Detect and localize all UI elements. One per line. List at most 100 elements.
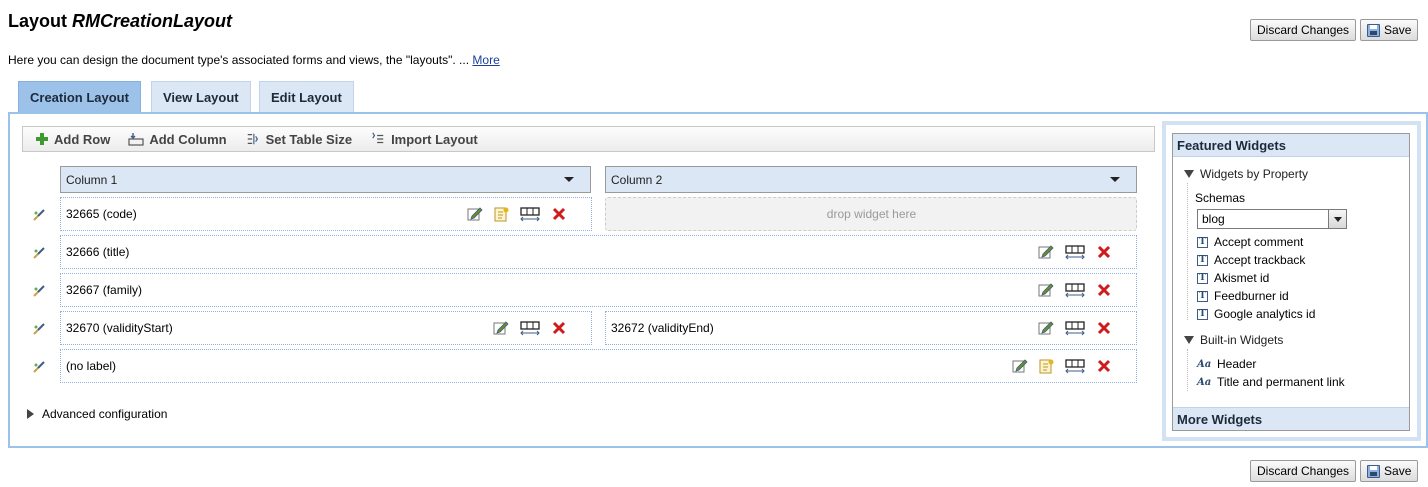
save-button-top[interactable]: Save bbox=[1360, 19, 1419, 41]
advanced-configuration-toggle[interactable]: Advanced configuration bbox=[27, 407, 167, 421]
cell-actions bbox=[1038, 282, 1112, 298]
more-link[interactable]: More bbox=[472, 53, 499, 67]
delete-icon[interactable] bbox=[1096, 244, 1112, 260]
discard-changes-button-top[interactable]: Discard Changes bbox=[1250, 19, 1357, 41]
delete-icon[interactable] bbox=[551, 320, 567, 336]
tab-label: Edit Layout bbox=[271, 89, 342, 105]
dropdown-arrow-icon[interactable] bbox=[1328, 210, 1346, 228]
set-table-size-button[interactable]: Set Table Size bbox=[245, 132, 352, 147]
discard-label: Discard Changes bbox=[1257, 23, 1350, 37]
widget-item-label: Google analytics id bbox=[1214, 307, 1316, 321]
widget-item[interactable]: T Accept comment bbox=[1197, 233, 1315, 251]
column-header-1[interactable]: Column 1 bbox=[60, 166, 591, 193]
resize-cell-icon[interactable] bbox=[519, 206, 541, 222]
save-label: Save bbox=[1384, 23, 1412, 37]
more-widgets-header[interactable]: More Widgets bbox=[1173, 407, 1409, 430]
add-column-label: Add Column bbox=[149, 131, 227, 147]
resize-cell-icon[interactable] bbox=[1064, 282, 1086, 298]
edit-icon[interactable] bbox=[1038, 282, 1054, 298]
save-button-bottom[interactable]: Save bbox=[1360, 460, 1419, 482]
widget-item-label: Header bbox=[1217, 357, 1257, 371]
widget-item[interactable]: T Google analytics id bbox=[1197, 305, 1315, 323]
row-handle-icon[interactable] bbox=[32, 322, 46, 336]
widget-item[interactable]: T Akismet id bbox=[1197, 269, 1315, 287]
widget-label: 32667 (family) bbox=[66, 283, 143, 297]
collapse-arrow-icon bbox=[1184, 336, 1194, 344]
edit-icon[interactable] bbox=[1038, 320, 1054, 336]
tab-edit-layout[interactable]: Edit Layout bbox=[259, 81, 354, 112]
edit-icon[interactable] bbox=[1012, 358, 1028, 374]
column-header-2[interactable]: Column 2 bbox=[605, 166, 1137, 193]
chevron-down-icon[interactable] bbox=[1110, 177, 1120, 182]
import-layout-button[interactable]: Import Layout bbox=[370, 132, 478, 147]
save-label: Save bbox=[1384, 464, 1412, 478]
delete-icon[interactable] bbox=[1096, 358, 1112, 374]
widget-item[interactable]: Aa Header bbox=[1197, 355, 1345, 373]
widget-label: 32665 (code) bbox=[66, 207, 137, 221]
widget-item[interactable]: T Accept trackback bbox=[1197, 251, 1315, 269]
layout-cell[interactable]: 32672 (validityEnd) bbox=[605, 311, 1137, 345]
collapse-arrow-icon bbox=[1184, 170, 1194, 178]
add-row-button[interactable]: Add Row bbox=[35, 132, 110, 147]
tab-view-layout[interactable]: View Layout bbox=[151, 81, 251, 112]
tree-guide bbox=[1187, 349, 1188, 391]
delete-icon[interactable] bbox=[551, 206, 567, 222]
delete-icon[interactable] bbox=[1096, 320, 1112, 336]
import-layout-label: Import Layout bbox=[391, 131, 478, 147]
builtin-widgets-toggle[interactable]: Built-in Widgets bbox=[1184, 333, 1283, 347]
layout-cell[interactable]: (no label) bbox=[60, 349, 1137, 383]
layout-cell[interactable]: 32666 (title) bbox=[60, 235, 1137, 269]
schemas-label: Schemas bbox=[1195, 191, 1246, 205]
edit-icon[interactable] bbox=[1038, 244, 1054, 260]
drop-widget-zone[interactable]: drop widget here bbox=[605, 197, 1137, 231]
page-description: Here you can design the document type's … bbox=[8, 53, 500, 67]
widgets-by-property-toggle[interactable]: Widgets by Property bbox=[1184, 167, 1308, 181]
edit-icon[interactable] bbox=[467, 206, 483, 222]
delete-icon[interactable] bbox=[1096, 282, 1112, 298]
section-label: Widgets by Property bbox=[1200, 167, 1309, 181]
layout-toolbar: Add Row Add Column Set Table Size Import… bbox=[22, 126, 1155, 152]
row-handle-icon[interactable] bbox=[32, 246, 46, 260]
add-row-label: Add Row bbox=[54, 131, 111, 147]
widget-properties-icon[interactable] bbox=[493, 206, 509, 222]
layout-name: RMCreationLayout bbox=[72, 11, 233, 31]
row-handle-icon[interactable] bbox=[32, 208, 46, 222]
discard-changes-button-bottom[interactable]: Discard Changes bbox=[1250, 460, 1357, 482]
widget-item[interactable]: T Feedburner id bbox=[1197, 287, 1315, 305]
cell-actions bbox=[1038, 244, 1112, 260]
text-field-icon: T bbox=[1197, 290, 1208, 302]
row-handle-icon[interactable] bbox=[32, 360, 46, 374]
add-column-button[interactable]: Add Column bbox=[128, 131, 227, 147]
drop-zone-label: drop widget here bbox=[826, 207, 917, 221]
page-title: Layout RMCreationLayout bbox=[8, 11, 232, 32]
widget-item-label: Akismet id bbox=[1214, 271, 1270, 285]
row-handle-icon[interactable] bbox=[32, 284, 46, 298]
tree-guide bbox=[1187, 183, 1188, 320]
widget-properties-icon[interactable] bbox=[1038, 358, 1054, 374]
page-title-prefix: Layout bbox=[8, 11, 68, 31]
cell-actions bbox=[467, 206, 567, 222]
resize-cell-icon[interactable] bbox=[1064, 358, 1086, 374]
layout-cell[interactable]: 32665 (code) bbox=[60, 197, 592, 231]
plus-icon bbox=[36, 133, 48, 145]
resize-cell-icon[interactable] bbox=[519, 320, 541, 336]
tab-label: View Layout bbox=[163, 89, 239, 105]
widget-item[interactable]: Aa Title and permanent link bbox=[1197, 373, 1345, 391]
resize-cell-icon[interactable] bbox=[1064, 244, 1086, 260]
layout-cell[interactable]: 32667 (family) bbox=[60, 273, 1137, 307]
resize-cell-icon[interactable] bbox=[1064, 320, 1086, 336]
widget-label: 32672 (validityEnd) bbox=[611, 321, 714, 335]
text-style-icon: Aa bbox=[1197, 358, 1212, 370]
top-action-bar: Discard Changes Save bbox=[1250, 19, 1419, 41]
layout-cell[interactable]: 32670 (validityStart) bbox=[60, 311, 592, 345]
table-size-icon bbox=[247, 133, 258, 145]
widget-label: 32670 (validityStart) bbox=[66, 321, 173, 335]
bottom-action-bar: Discard Changes Save bbox=[1250, 460, 1419, 482]
schema-select[interactable]: blog bbox=[1197, 209, 1347, 229]
tab-creation-layout[interactable]: Creation Layout bbox=[18, 81, 141, 112]
tab-label: Creation Layout bbox=[30, 89, 129, 105]
widget-label: (no label) bbox=[66, 359, 117, 373]
chevron-down-icon[interactable] bbox=[564, 177, 574, 182]
edit-icon[interactable] bbox=[493, 320, 509, 336]
more-widgets-label: More Widgets bbox=[1177, 411, 1263, 427]
